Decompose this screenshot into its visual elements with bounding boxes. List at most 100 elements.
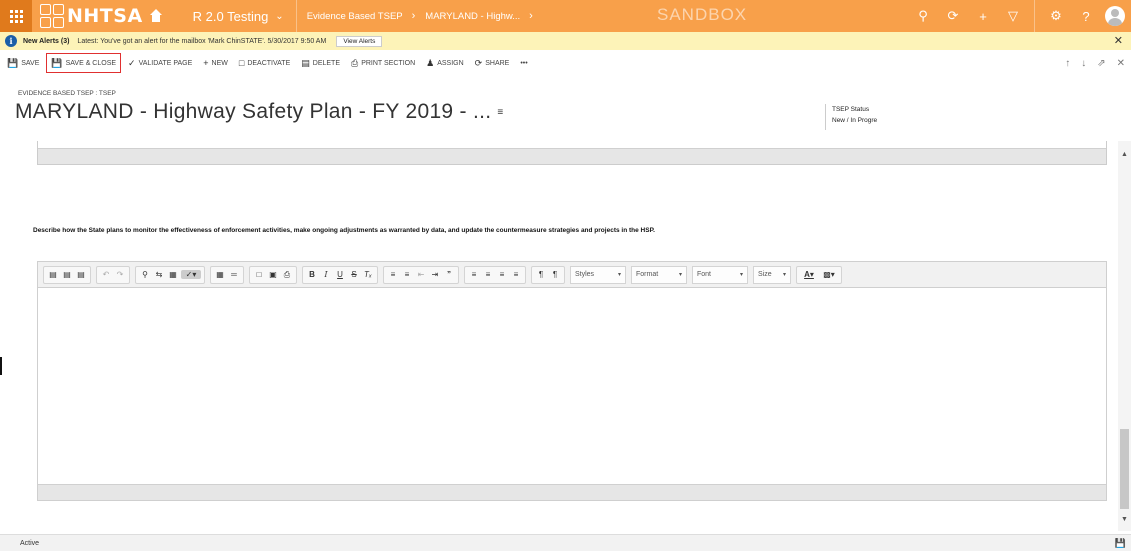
preview-icon[interactable]: ▣	[267, 270, 279, 279]
dropdown-arrow-icon: ▾	[678, 272, 682, 278]
blockquote-icon[interactable]: ”	[443, 270, 455, 279]
ltr-icon[interactable]: ¶	[535, 270, 547, 279]
save-icon[interactable]: 💾	[1115, 538, 1126, 549]
previous-editor[interactable]	[37, 141, 1107, 165]
align-right-icon[interactable]: ≡	[496, 270, 508, 279]
breadcrumb-record[interactable]: MARYLAND - Highw...	[425, 11, 520, 22]
scroll-down-icon[interactable]: ▼	[1121, 516, 1128, 523]
alert-message: Latest: You've got an alert for the mail…	[77, 37, 327, 45]
page-title: MARYLAND - Highway Safety Plan - FY 2019…	[15, 100, 504, 124]
breadcrumb-entity[interactable]: Evidence Based TSEP	[307, 11, 403, 22]
help-icon[interactable]: ?	[1071, 9, 1101, 24]
styles-dropdown[interactable]: Styles ▾	[570, 265, 626, 284]
size-dropdown[interactable]: Size ▾	[753, 265, 791, 284]
deactivate-button[interactable]: □ DEACTIVATE	[235, 53, 294, 73]
entity-type-label: EVIDENCE BASED TSEP : TSEP	[18, 90, 116, 97]
print-section-button[interactable]: ⎙ PRINT SECTION	[347, 53, 419, 73]
logo-marks-icon	[40, 4, 64, 28]
save-and-close-button[interactable]: 💾 SAVE & CLOSE	[46, 53, 122, 73]
chevron-right-icon[interactable]: ›	[529, 10, 533, 22]
format-dropdown[interactable]: Format ▾	[631, 265, 687, 284]
history-icon[interactable]: ⟳	[938, 8, 968, 24]
save-button[interactable]: 💾 SAVE	[3, 53, 43, 73]
paste-icon[interactable]: ▤	[47, 270, 59, 279]
bold-icon[interactable]: B	[306, 270, 318, 279]
rtl-icon[interactable]: ¶	[549, 270, 561, 279]
filter-icon[interactable]: ▽	[998, 8, 1028, 24]
save-close-icon: 💾	[51, 57, 63, 68]
remove-format-icon[interactable]: Tₓ	[362, 270, 374, 279]
home-icon[interactable]	[149, 9, 163, 23]
underline-icon[interactable]: U	[334, 270, 346, 279]
redo-icon[interactable]: ↷	[114, 270, 126, 279]
toolbar-group-text-style: B I U S Tₓ	[302, 265, 378, 284]
status-label: TSEP Status	[832, 106, 870, 113]
background-color-icon[interactable]: ▩▾	[820, 270, 838, 279]
gear-icon[interactable]: ⚙	[1041, 8, 1071, 24]
toolbar-group-find: ⚲ ⇆ ▦ ✓▾	[135, 265, 205, 284]
toolbar-group-colors: A▾ ▩▾	[796, 265, 842, 284]
plus-icon: +	[203, 58, 209, 68]
arrow-up-icon[interactable]: ↑	[1065, 58, 1070, 69]
align-center-icon[interactable]: ≡	[482, 270, 494, 279]
replace-icon[interactable]: ⇆	[153, 270, 165, 279]
avatar[interactable]	[1105, 6, 1125, 26]
validate-page-button[interactable]: ✓ VALIDATE PAGE	[124, 53, 196, 73]
info-icon: i	[5, 35, 17, 47]
nav-divider	[295, 0, 297, 32]
dropdown-arrow-icon: ▾	[739, 272, 743, 278]
strikethrough-icon[interactable]: S	[348, 270, 360, 279]
more-commands-button[interactable]: •••	[516, 53, 531, 73]
font-dropdown[interactable]: Font ▾	[692, 265, 748, 284]
validate-icon: ✓	[128, 57, 136, 68]
header-status-field: TSEP Status New / In Progre	[825, 104, 877, 130]
chevron-right-icon: ›	[411, 10, 416, 22]
delete-button[interactable]: ▤ DELETE	[297, 53, 344, 73]
vertical-scrollbar[interactable]: ▲ ▼	[1118, 141, 1131, 531]
close-icon[interactable]: ✕	[1114, 34, 1123, 47]
print-icon[interactable]: ⎙	[281, 270, 293, 280]
share-button[interactable]: ⟳ SHARE	[471, 53, 514, 73]
close-icon[interactable]: ✕	[1117, 58, 1125, 69]
paste-word-icon[interactable]: ▤	[75, 270, 87, 279]
app-switcher[interactable]: R 2.0 Testing ⌄	[193, 9, 284, 24]
toolbar-group-paragraph: ≡ ≡ ⇤ ⇥ ”	[383, 265, 459, 284]
arrow-down-icon[interactable]: ↓	[1081, 58, 1086, 69]
select-all-icon[interactable]: ▦	[167, 270, 179, 279]
form-body: Describe how the State plans to monitor …	[18, 141, 1118, 531]
form-selector-icon[interactable]: ≡	[497, 107, 503, 118]
top-nav-bar: NHTSA R 2.0 Testing ⌄ Evidence Based TSE…	[0, 0, 1131, 32]
table-icon[interactable]: ▦	[214, 270, 226, 279]
status-value[interactable]: New / In Progre	[832, 115, 877, 126]
toolbar-group-align: ≡ ≡ ≡ ≡	[464, 265, 526, 284]
numbered-list-icon[interactable]: ≡	[387, 270, 399, 279]
italic-icon[interactable]: I	[320, 270, 332, 279]
scroll-thumb[interactable]	[1120, 429, 1129, 509]
align-left-icon[interactable]: ≡	[468, 270, 480, 279]
indent-icon[interactable]: ⇥	[429, 270, 441, 279]
horizontal-line-icon[interactable]: ═	[228, 270, 240, 279]
command-bar: 💾 SAVE 💾 SAVE & CLOSE ✓ VALIDATE PAGE + NEW …	[0, 51, 1131, 75]
toolbar-group-insert: ▦ ═	[210, 265, 244, 284]
undo-icon[interactable]: ↶	[100, 270, 112, 279]
brand-logo[interactable]: NHTSA	[40, 0, 143, 32]
add-icon[interactable]: +	[968, 9, 998, 24]
view-alerts-button[interactable]: View Alerts	[336, 35, 383, 47]
paste-text-icon[interactable]: ▤	[61, 270, 73, 279]
new-page-icon[interactable]: □	[253, 270, 265, 279]
outdent-icon[interactable]: ⇤	[415, 270, 427, 279]
justify-icon[interactable]: ≡	[510, 270, 522, 279]
scroll-up-icon[interactable]: ▲	[1121, 151, 1128, 158]
find-icon[interactable]: ⚲	[139, 270, 151, 279]
new-button[interactable]: + NEW	[199, 53, 232, 73]
app-launcher-button[interactable]	[0, 0, 32, 32]
nav-actions: ⚲ ⟳ + ▽ ⚙ ?	[908, 0, 1131, 32]
bulleted-list-icon[interactable]: ≡	[401, 270, 413, 279]
assign-button[interactable]: ♟ ASSIGN	[422, 53, 468, 73]
text-color-icon[interactable]: A▾	[800, 270, 818, 279]
popout-icon[interactable]: ⇗	[1097, 58, 1105, 69]
search-icon[interactable]: ⚲	[908, 8, 938, 24]
spellcheck-icon[interactable]: ✓▾	[181, 270, 201, 279]
editor-content-area[interactable]	[38, 288, 1106, 484]
dropdown-arrow-icon: ▾	[617, 272, 621, 278]
